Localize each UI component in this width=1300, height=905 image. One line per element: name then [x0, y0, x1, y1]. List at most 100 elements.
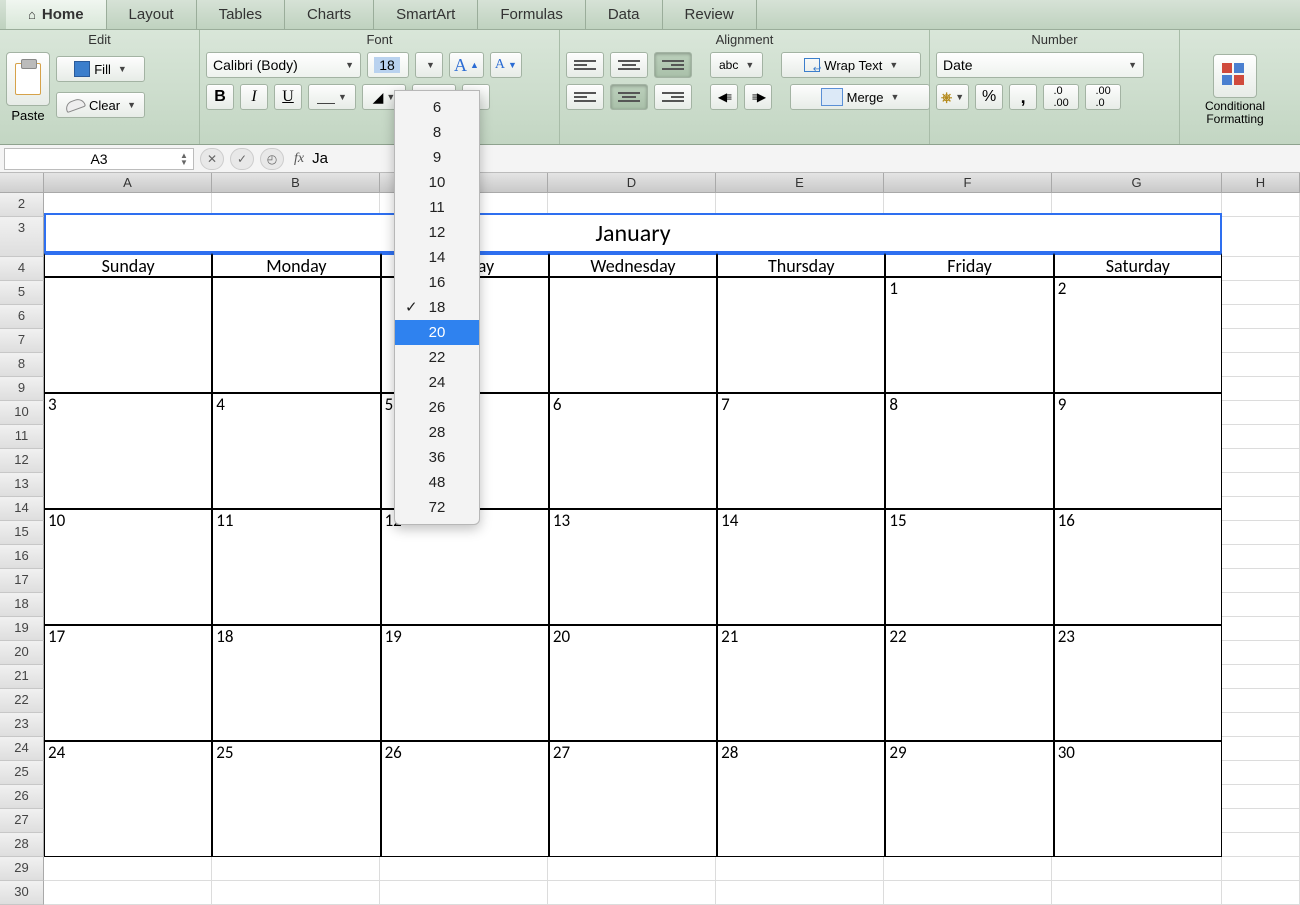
calendar-day-cell[interactable]: 17: [44, 625, 212, 741]
calendar-day-cell[interactable]: 25: [212, 741, 380, 857]
row-header-17[interactable]: 17: [0, 569, 44, 593]
cell-D29[interactable]: [548, 857, 716, 881]
row-header-16[interactable]: 16: [0, 545, 44, 569]
align-bottom-button[interactable]: [654, 52, 692, 78]
align-right-button[interactable]: [654, 84, 692, 110]
calendar-day-cell[interactable]: [212, 277, 380, 393]
font-size-option-24[interactable]: 24: [395, 370, 479, 395]
cell-H16[interactable]: [1222, 545, 1300, 569]
tab-charts[interactable]: Charts: [285, 0, 374, 29]
tab-review[interactable]: Review: [663, 0, 757, 29]
row-header-9[interactable]: 9: [0, 377, 44, 401]
formula-content[interactable]: Ja: [312, 150, 328, 167]
cell-H19[interactable]: [1222, 617, 1300, 641]
calendar-day-cell[interactable]: 13: [549, 509, 717, 625]
calendar-day-cell[interactable]: 9: [1054, 393, 1222, 509]
bold-button[interactable]: B: [206, 84, 234, 110]
cell-H9[interactable]: [1222, 377, 1300, 401]
cell-H7[interactable]: [1222, 329, 1300, 353]
calendar-day-cell[interactable]: 7: [717, 393, 885, 509]
calendar-day-cell[interactable]: 16: [1054, 509, 1222, 625]
calendar-day-cell[interactable]: 26: [381, 741, 549, 857]
cell-H12[interactable]: [1222, 449, 1300, 473]
font-size-option-8[interactable]: 8: [395, 120, 479, 145]
column-header-G[interactable]: G: [1052, 173, 1222, 193]
cell-H3[interactable]: [1222, 217, 1300, 257]
cell-H25[interactable]: [1222, 761, 1300, 785]
row-header-13[interactable]: 13: [0, 473, 44, 497]
cell-H6[interactable]: [1222, 305, 1300, 329]
calendar-day-cell[interactable]: 22: [885, 625, 1053, 741]
cell-H10[interactable]: [1222, 401, 1300, 425]
font-size-option-6[interactable]: 6: [395, 95, 479, 120]
calendar-day-cell[interactable]: 18: [212, 625, 380, 741]
underline-button[interactable]: U: [274, 84, 302, 110]
row-header-23[interactable]: 23: [0, 713, 44, 737]
name-box[interactable]: A3 ▲▼: [4, 148, 194, 170]
cell-H13[interactable]: [1222, 473, 1300, 497]
formula-history-button[interactable]: ◴: [260, 148, 284, 170]
font-size-option-10[interactable]: 10: [395, 170, 479, 195]
conditional-formatting-button[interactable]: [1213, 54, 1257, 98]
cell-B30[interactable]: [212, 881, 380, 905]
cell-D30[interactable]: [548, 881, 716, 905]
font-size-option-72[interactable]: 72: [395, 495, 479, 520]
merge-button[interactable]: Merge▼: [790, 84, 930, 110]
calendar-month-title[interactable]: January: [44, 213, 1222, 253]
cell-H4[interactable]: [1222, 257, 1300, 281]
currency-button[interactable]: ⎈▼: [936, 84, 969, 110]
font-size-option-12[interactable]: 12: [395, 220, 479, 245]
align-middle-button[interactable]: [610, 52, 648, 78]
row-header-25[interactable]: 25: [0, 761, 44, 785]
cell-H11[interactable]: [1222, 425, 1300, 449]
font-size-option-14[interactable]: 14: [395, 245, 479, 270]
cell-B29[interactable]: [212, 857, 380, 881]
row-header-3[interactable]: 3: [0, 217, 44, 257]
cell-E30[interactable]: [716, 881, 884, 905]
row-header-15[interactable]: 15: [0, 521, 44, 545]
align-top-button[interactable]: [566, 52, 604, 78]
row-header-4[interactable]: 4: [0, 257, 44, 281]
calendar-day-cell[interactable]: 20: [549, 625, 717, 741]
row-header-11[interactable]: 11: [0, 425, 44, 449]
align-center-button[interactable]: [610, 84, 648, 110]
tab-smartart[interactable]: SmartArt: [374, 0, 478, 29]
calendar-day-cell[interactable]: 10: [44, 509, 212, 625]
font-size-option-48[interactable]: 48: [395, 470, 479, 495]
row-header-6[interactable]: 6: [0, 305, 44, 329]
cell-H21[interactable]: [1222, 665, 1300, 689]
font-size-option-9[interactable]: 9: [395, 145, 479, 170]
cell-H26[interactable]: [1222, 785, 1300, 809]
font-size-option-16[interactable]: 16: [395, 270, 479, 295]
increase-indent-button[interactable]: ≡▶: [744, 84, 772, 110]
calendar-day-cell[interactable]: 30: [1054, 741, 1222, 857]
cell-C30[interactable]: [380, 881, 548, 905]
row-header-24[interactable]: 24: [0, 737, 44, 761]
font-size-input[interactable]: [374, 57, 400, 73]
font-size-dropdown-button[interactable]: ▼: [415, 52, 443, 78]
cell-H29[interactable]: [1222, 857, 1300, 881]
accept-formula-button[interactable]: ✓: [230, 148, 254, 170]
calendar-day-cell[interactable]: [717, 277, 885, 393]
font-size-option-28[interactable]: 28: [395, 420, 479, 445]
cell-E29[interactable]: [716, 857, 884, 881]
font-size-option-36[interactable]: 36: [395, 445, 479, 470]
cell-H23[interactable]: [1222, 713, 1300, 737]
tab-layout[interactable]: Layout: [107, 0, 197, 29]
wrap-text-button[interactable]: Wrap Text▼: [781, 52, 921, 78]
cell-G30[interactable]: [1052, 881, 1222, 905]
align-left-button[interactable]: [566, 84, 604, 110]
border-button[interactable]: ▼: [308, 84, 356, 110]
row-header-26[interactable]: 26: [0, 785, 44, 809]
cell-H18[interactable]: [1222, 593, 1300, 617]
row-header-29[interactable]: 29: [0, 857, 44, 881]
column-header-B[interactable]: B: [212, 173, 380, 193]
column-header-E[interactable]: E: [716, 173, 884, 193]
row-header-7[interactable]: 7: [0, 329, 44, 353]
calendar-day-cell[interactable]: 14: [717, 509, 885, 625]
cell-H14[interactable]: [1222, 497, 1300, 521]
calendar-day-cell[interactable]: [44, 277, 212, 393]
calendar-day-cell[interactable]: 19: [381, 625, 549, 741]
calendar-day-cell[interactable]: 24: [44, 741, 212, 857]
calendar-day-cell[interactable]: [549, 277, 717, 393]
